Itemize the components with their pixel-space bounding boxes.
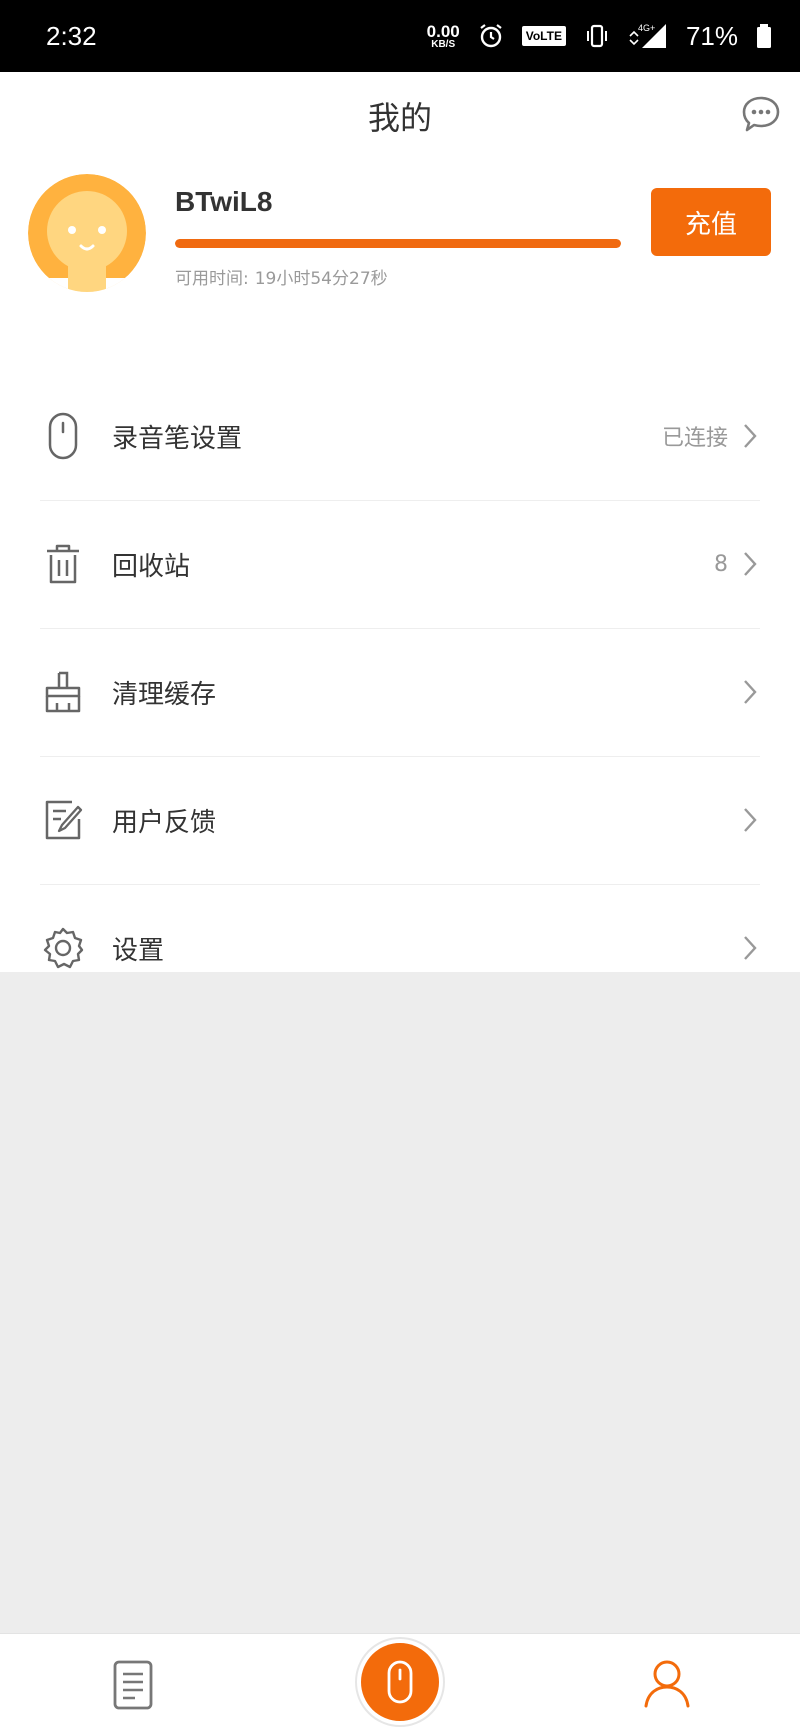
trash-icon (38, 539, 88, 589)
menu-item-value: 已连接 (661, 426, 728, 451)
profile-page: 我的 BTwiL8 可用时间: 19小时54分27秒 充值 录音笔设置 已连接 … (0, 72, 800, 972)
chevron-right-icon (744, 808, 757, 832)
alarm-icon (480, 24, 502, 48)
time-progress-bar (175, 239, 621, 248)
network-type-label: 4G+ (638, 23, 655, 33)
avatar-face-icon (28, 174, 146, 292)
recharge-button[interactable]: 充值 (651, 188, 771, 256)
menu-item-clear-cache[interactable]: 清理缓存 (0, 628, 800, 756)
user-profile-icon[interactable] (640, 1656, 694, 1710)
vibrate-icon (586, 24, 607, 48)
network-speed-value: 0.00 (426, 21, 460, 41)
broom-icon (38, 667, 88, 717)
chevron-right-icon (744, 552, 757, 576)
document-list-icon[interactable] (108, 1658, 158, 1712)
record-button-icon (387, 1660, 413, 1704)
menu-item-label: 清理缓存 (112, 679, 217, 710)
time-progress-fill (175, 239, 621, 248)
battery-percent: 71% (685, 20, 738, 51)
menu-item-label: 用户反馈 (112, 807, 217, 838)
menu-item-label: 录音笔设置 (112, 423, 243, 454)
network-speed: 0.00 KB/S (427, 23, 460, 50)
page-title: 我的 (367, 99, 432, 137)
available-time-value: 19小时54分27秒 (254, 269, 388, 289)
menu-item-recorder-settings[interactable]: 录音笔设置 已连接 (0, 372, 800, 500)
message-bubble-icon[interactable] (740, 94, 782, 136)
menu-item-label: 回收站 (112, 551, 191, 582)
gear-icon (38, 923, 88, 973)
chevron-right-icon (744, 936, 757, 960)
feedback-edit-icon (38, 795, 88, 845)
menu-item-settings[interactable]: 设置 (0, 884, 800, 1012)
volte-badge: VoLTE (521, 26, 566, 46)
network-speed-unit: KB/S (431, 38, 456, 50)
available-time: 可用时间: 19小时54分27秒 (175, 264, 394, 289)
status-time: 2:32 (46, 20, 97, 51)
recorder-pen-icon (38, 411, 88, 461)
record-button-inner (361, 1643, 439, 1721)
username: BTwiL8 (175, 186, 273, 217)
page-header: 我的 (0, 72, 800, 160)
menu-item-value: 8 (714, 551, 728, 577)
chevron-right-icon (744, 424, 757, 448)
menu-item-user-feedback[interactable]: 用户反馈 (0, 756, 800, 884)
battery-icon (757, 24, 771, 48)
avatar[interactable] (28, 174, 146, 292)
signal-4g-icon: 4G+ (629, 23, 666, 48)
profile-card: BTwiL8 可用时间: 19小时54分27秒 充值 (0, 160, 800, 330)
chevron-right-icon (744, 680, 757, 704)
record-button[interactable] (355, 1637, 445, 1727)
status-bar: 2:32 0.00 KB/S VoLTE 4G+ 71% (0, 0, 800, 72)
menu-item-recycle-bin[interactable]: 回收站 8 (0, 500, 800, 628)
menu-item-label: 设置 (112, 935, 165, 966)
available-time-label: 可用时间: (175, 269, 249, 289)
status-icons: 0.00 KB/S VoLTE 4G+ 71% (427, 21, 772, 52)
settings-menu: 录音笔设置 已连接 回收站 8 清理缓存 用户反馈 设置 (0, 372, 800, 1012)
